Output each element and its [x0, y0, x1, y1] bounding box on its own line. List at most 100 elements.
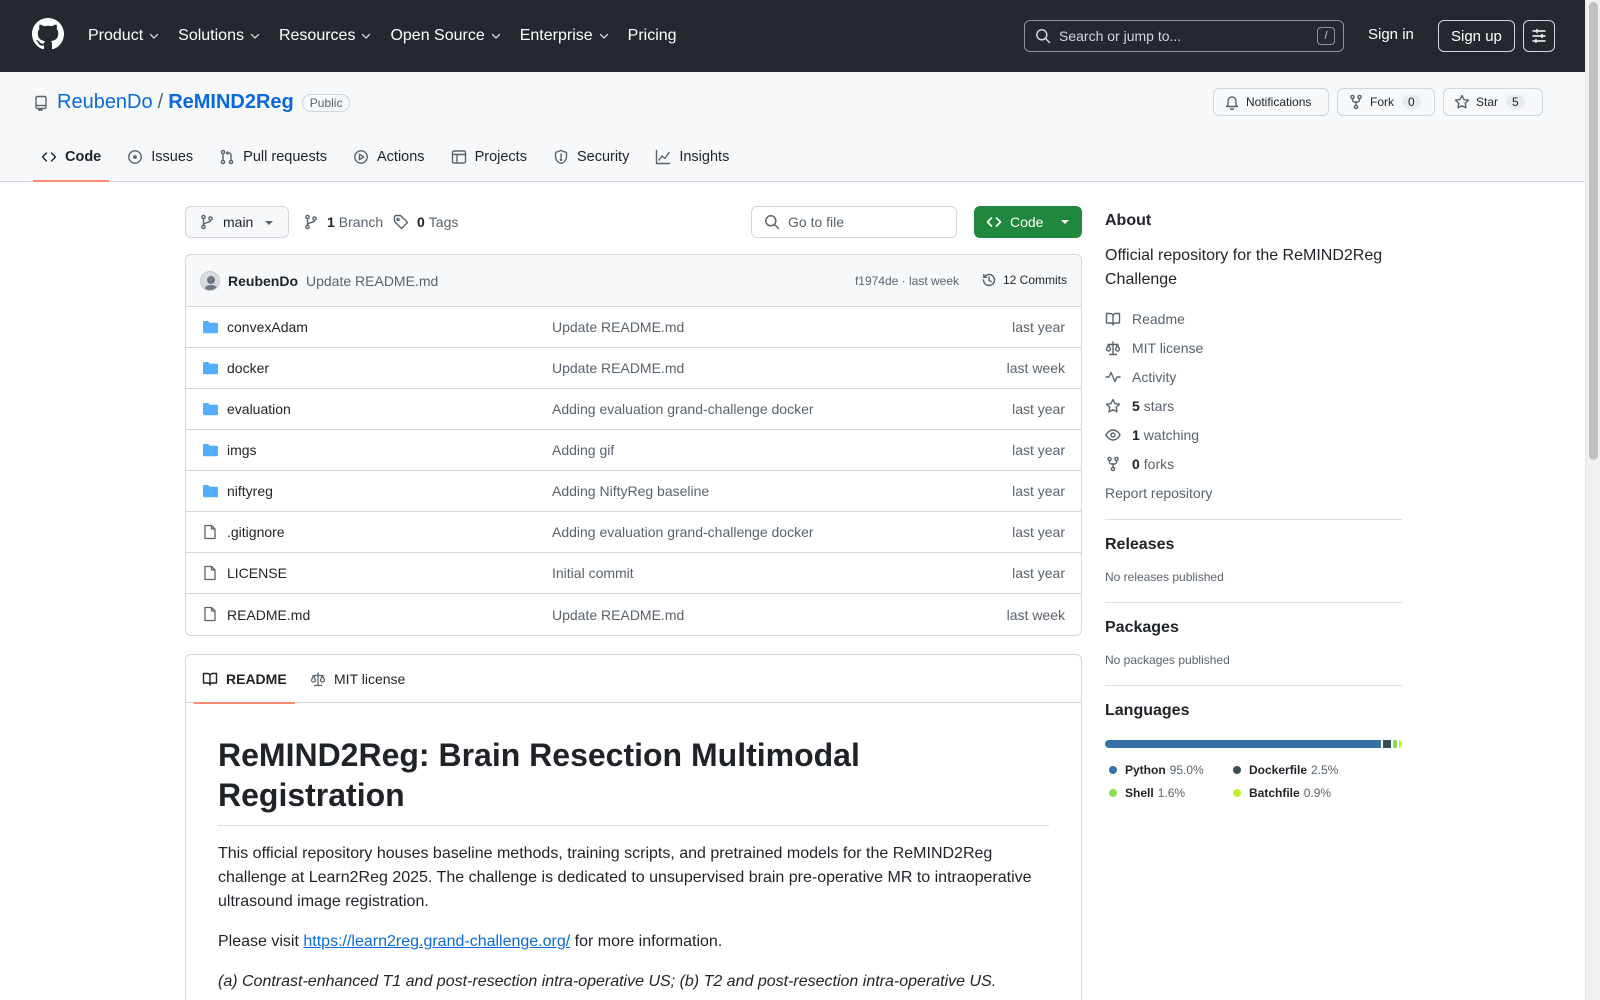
- file-commit-message-link[interactable]: Update README.md: [552, 360, 684, 376]
- about-link-label: MIT license: [1132, 339, 1204, 356]
- file-commit-date: last year: [1012, 565, 1065, 581]
- tab-projects[interactable]: Projects: [443, 134, 535, 180]
- fork-icon: [1350, 94, 1362, 110]
- language-bar-segment[interactable]: [1399, 740, 1402, 748]
- about-link-count: 0: [1132, 455, 1140, 472]
- file-name-link[interactable]: README.md: [227, 607, 310, 623]
- branch-selector[interactable]: main: [185, 206, 289, 238]
- file-name-link[interactable]: evaluation: [227, 401, 291, 417]
- language-bar-segment[interactable]: [1392, 740, 1398, 748]
- about-link-count: 1: [1132, 426, 1140, 443]
- notifications-button[interactable]: Notifications: [1213, 88, 1329, 116]
- file-commit-message-link[interactable]: Update README.md: [552, 607, 684, 623]
- file-list: convexAdam Update README.md last year docke…: [186, 307, 1081, 635]
- topnav-item-label: Product: [88, 27, 144, 44]
- commit-author-link[interactable]: ReubenDo: [228, 273, 298, 289]
- table-row: evaluation Adding evaluation grand-challe…: [186, 389, 1081, 430]
- repository-header: ReubenDo / ReMIND2Reg Public Notificatio…: [0, 72, 1585, 182]
- menu-button[interactable]: [1523, 20, 1555, 52]
- about-link-mit-license[interactable]: MIT license: [1105, 333, 1402, 362]
- fork-button[interactable]: Fork 0: [1337, 88, 1435, 116]
- topnav-item-open-source[interactable]: Open Source: [390, 27, 501, 45]
- topnav-item-resources[interactable]: Resources: [279, 27, 372, 45]
- file-icon: [204, 524, 216, 540]
- file-name-link[interactable]: niftyreg: [227, 483, 273, 499]
- report-repository-link[interactable]: Report repository: [1105, 478, 1402, 507]
- file-name-link[interactable]: docker: [227, 360, 269, 376]
- repo-name-link[interactable]: ReMIND2Reg: [168, 91, 294, 114]
- sign-in-link[interactable]: Sign in: [1368, 26, 1414, 43]
- book-icon: [1105, 312, 1121, 326]
- commit-hash-time[interactable]: f1974de · last week: [855, 274, 959, 288]
- about-link-label: watching: [1143, 426, 1200, 443]
- language-item-python[interactable]: Python 95.0%: [1105, 758, 1229, 781]
- avatar[interactable]: [200, 270, 220, 291]
- packages-section: Packages No packages published: [1105, 602, 1402, 667]
- file-commit-message-link[interactable]: Adding gif: [552, 442, 614, 458]
- topnav-item-solutions[interactable]: Solutions: [178, 27, 261, 45]
- file-commit-message-link[interactable]: Adding evaluation grand-challenge docker: [552, 524, 814, 540]
- languages-heading: Languages: [1105, 702, 1190, 719]
- go-to-file-input[interactable]: Go to file: [751, 206, 957, 238]
- scrollbar-thumb[interactable]: [1589, 2, 1598, 460]
- branch-name: main: [223, 214, 254, 230]
- tab-license[interactable]: MIT license: [310, 655, 405, 703]
- page-scrollbar[interactable]: [1585, 0, 1600, 1000]
- tab-insights[interactable]: Insights: [647, 134, 737, 180]
- language-bar-segment[interactable]: [1105, 740, 1382, 748]
- commit-message-link[interactable]: Update README.md: [306, 273, 438, 289]
- tab-code[interactable]: Code: [33, 134, 110, 182]
- table-row: imgs Adding gif last year: [186, 430, 1081, 471]
- tab-readme[interactable]: README: [194, 655, 295, 704]
- repo-path-separator: /: [157, 91, 164, 113]
- about-link-stars[interactable]: 5 stars: [1105, 391, 1402, 420]
- about-link-label: forks: [1143, 455, 1175, 472]
- tags-link[interactable]: 0 Tags: [393, 214, 458, 230]
- language-item-shell[interactable]: Shell 1.6%: [1105, 781, 1229, 804]
- repo-owner-link[interactable]: ReubenDo: [57, 91, 153, 114]
- sign-up-button[interactable]: Sign up: [1438, 20, 1515, 52]
- star-icon: [1105, 398, 1121, 412]
- tab-security[interactable]: Security: [545, 134, 637, 180]
- file-commit-message-link[interactable]: Update README.md: [552, 319, 684, 335]
- topnav-item-pricing[interactable]: Pricing: [628, 27, 677, 45]
- code-dropdown-button[interactable]: Code: [974, 206, 1082, 238]
- github-logo-icon[interactable]: [32, 18, 64, 50]
- packages-empty-text: No packages published: [1105, 653, 1230, 667]
- releases-heading[interactable]: Releases: [1105, 536, 1402, 554]
- topnav-item-product[interactable]: Product: [88, 27, 160, 45]
- language-bar-segment[interactable]: [1383, 740, 1391, 748]
- file-name-link[interactable]: convexAdam: [227, 319, 308, 335]
- tab-pull-requests[interactable]: Pull requests: [211, 134, 335, 180]
- go-to-file-placeholder: Go to file: [788, 214, 845, 230]
- folder-icon: [203, 321, 218, 334]
- search-icon: [1036, 29, 1051, 44]
- topnav-item-enterprise[interactable]: Enterprise: [520, 27, 610, 45]
- language-item-batchfile[interactable]: Batchfile 0.9%: [1229, 781, 1353, 804]
- about-link-forks[interactable]: 0 forks: [1105, 449, 1402, 478]
- commits-history-link[interactable]: 12 Commits: [981, 272, 1067, 288]
- file-commit-message-link[interactable]: Initial commit: [552, 565, 634, 581]
- packages-heading[interactable]: Packages: [1105, 619, 1402, 637]
- about-description: Official repository for the ReMIND2Reg C…: [1105, 247, 1383, 288]
- repo-icon: [35, 95, 47, 111]
- star-button[interactable]: Star 5: [1443, 88, 1543, 116]
- about-link-watching[interactable]: 1 watching: [1105, 420, 1402, 449]
- file-commit-message-link[interactable]: Adding evaluation grand-challenge docker: [552, 401, 814, 417]
- file-name-link[interactable]: .gitignore: [227, 524, 285, 540]
- tab-issues[interactable]: Issues: [119, 134, 201, 180]
- star-label: Star: [1476, 95, 1499, 109]
- language-name: Shell: [1125, 785, 1154, 800]
- tab-actions[interactable]: Actions: [345, 134, 433, 180]
- search-input[interactable]: Search or jump to... /: [1024, 20, 1344, 52]
- file-commit-message-link[interactable]: Adding NiftyReg baseline: [552, 483, 709, 499]
- grand-challenge-link[interactable]: https://learn2reg.grand-challenge.org/: [303, 933, 570, 950]
- about-links: Readme MIT license Activity 5 stars 1 watching…: [1105, 304, 1402, 478]
- about-link-readme[interactable]: Readme: [1105, 304, 1402, 333]
- about-link-activity[interactable]: Activity: [1105, 362, 1402, 391]
- file-name-link[interactable]: LICENSE: [227, 565, 287, 581]
- branches-link[interactable]: 1 Branch: [303, 214, 383, 230]
- fork-icon: [1107, 456, 1119, 471]
- language-item-dockerfile[interactable]: Dockerfile 2.5%: [1229, 758, 1353, 781]
- file-name-link[interactable]: imgs: [227, 442, 257, 458]
